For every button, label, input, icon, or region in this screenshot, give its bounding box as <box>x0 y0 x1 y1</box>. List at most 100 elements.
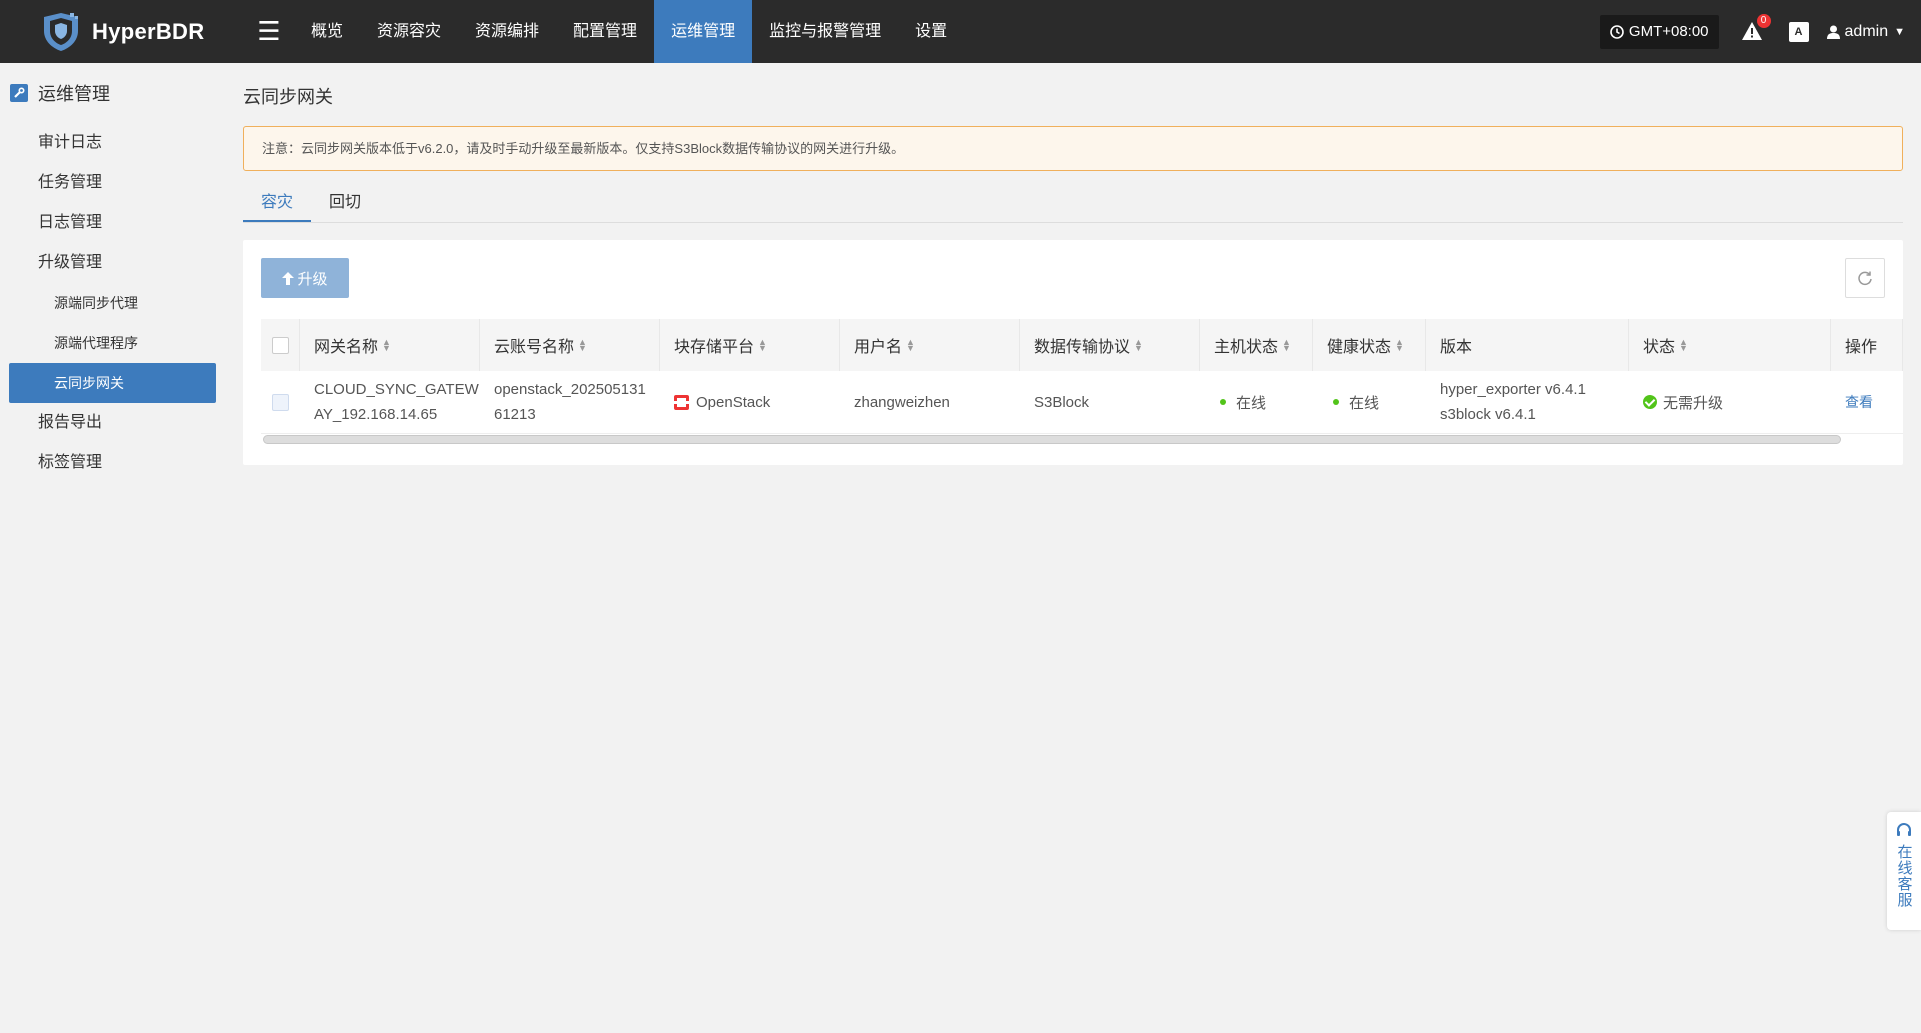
table-header: 网关名称 ▲ ▼ 云账号名称 ▲ ▼ 块存储平台 ▲ ▼ 用户名 ▲ ▼ 数据传输协议 ▲ ▼ 主机… <box>261 319 1903 371</box>
timezone-label: GMT+08:00 <box>1628 22 1709 40</box>
sidebar-item-log-management[interactable]: 日志管理 <box>0 203 225 243</box>
sidebar-item-cloud-sync-gateway[interactable]: 云同步网关 <box>9 363 216 403</box>
online-dot-icon <box>1220 399 1226 405</box>
nav-operations[interactable]: 运维管理 <box>654 0 753 63</box>
cell-gateway-name: CLOUD_SYNC_GATEW AY_192.168.14.65 <box>300 371 480 433</box>
sidebar-item-report-export[interactable]: 报告导出 <box>0 403 225 443</box>
upgrade-button-label: 升级 <box>297 270 328 288</box>
sort-icon: ▲ ▼ <box>578 337 587 353</box>
header-label: 用户名 <box>854 339 903 356</box>
tab-failback[interactable]: 回切 <box>311 185 379 222</box>
sidebar-item-task-management[interactable]: 任务管理 <box>0 163 225 203</box>
language-switch-icon[interactable]: A <box>1788 21 1809 42</box>
gateway-name-line2: AY_192.168.14.65 <box>314 406 438 423</box>
cell-username: zhangweizhen <box>840 371 1020 433</box>
header-label: 数据传输协议 <box>1034 339 1131 356</box>
user-menu[interactable]: admin ▼ <box>1826 22 1905 41</box>
wrench-icon <box>10 84 28 102</box>
host-status-value: 在线 <box>1236 394 1267 412</box>
nav-settings[interactable]: 设置 <box>898 0 964 63</box>
username: admin <box>1844 22 1889 40</box>
header-label: 主机状态 <box>1214 339 1279 356</box>
openstack-icon <box>674 394 689 410</box>
sort-icon: ▲ ▼ <box>382 337 391 353</box>
nav-orchestration[interactable]: 资源编排 <box>458 0 556 63</box>
brand-name: HyperBDR <box>92 18 205 44</box>
table-row: CLOUD_SYNC_GATEW AY_192.168.14.65 opensta… <box>261 371 1903 434</box>
upgrade-button[interactable]: 升级 <box>261 258 349 298</box>
sidebar-item-upgrade-management[interactable]: 升级管理 <box>0 243 225 283</box>
clock-icon <box>1610 24 1624 39</box>
header-label: 网关名称 <box>314 339 379 356</box>
account-line1: openstack_202505131 <box>494 381 646 398</box>
arrow-up-icon <box>282 271 295 285</box>
main-content: 云同步网关 注意：云同步网关版本低于v6.2.0，请及时手动升级至最新版本。仅支… <box>243 63 1903 465</box>
sort-icon: ▲ ▼ <box>758 337 767 353</box>
header-protocol[interactable]: 数据传输协议 ▲ ▼ <box>1020 319 1200 371</box>
header-health-status[interactable]: 健康状态 ▲ ▼ <box>1313 319 1426 371</box>
main-nav: 概览 资源容灾 资源编排 配置管理 运维管理 监控与报警管理 设置 <box>294 0 964 63</box>
protocol-value: S3Block <box>1034 393 1090 411</box>
header-gateway-name[interactable]: 网关名称 ▲ ▼ <box>300 319 480 371</box>
header-block-storage[interactable]: 块存储平台 ▲ ▼ <box>660 319 840 371</box>
nav-overview[interactable]: 概览 <box>294 0 360 63</box>
cell-actions: 查看 <box>1831 371 1903 433</box>
user-icon <box>1826 25 1840 39</box>
shield-logo-icon <box>44 12 78 51</box>
sort-icon: ▲ ▼ <box>906 337 915 353</box>
logo[interactable]: HyperBDR <box>40 11 240 53</box>
online-support-widget[interactable]: 在线客服 <box>1887 812 1921 930</box>
header-cloud-account[interactable]: 云账号名称 ▲ ▼ <box>480 319 660 371</box>
headset-icon <box>1897 823 1911 836</box>
version-line2: s3block v6.4.1 <box>1440 406 1536 423</box>
upgrade-notice: 注意：云同步网关版本低于v6.2.0，请及时手动升级至最新版本。仅支持S3Blo… <box>243 126 1903 171</box>
caret-down-icon: ▼ <box>1894 25 1905 38</box>
refresh-icon <box>1858 271 1872 286</box>
tab-disaster-recovery[interactable]: 容灾 <box>243 185 312 222</box>
alert-button[interactable]: 0 <box>1741 13 1771 44</box>
version-line1: hyper_exporter v6.4.1 <box>1440 381 1586 398</box>
top-bar: HyperBDR ☰ 概览 资源容灾 资源编排 配置管理 运维管理 监控与报警管… <box>0 0 1921 63</box>
view-link[interactable]: 查看 <box>1845 392 1873 412</box>
row-select-cell <box>261 371 300 433</box>
online-dot-icon <box>1333 399 1339 405</box>
header-version: 版本 <box>1426 319 1629 371</box>
header-label: 操作 <box>1845 339 1878 356</box>
sidebar-title: 运维管理 <box>38 84 110 104</box>
header-username[interactable]: 用户名 ▲ ▼ <box>840 319 1020 371</box>
header-status[interactable]: 状态 ▲ ▼ <box>1629 319 1831 371</box>
timezone-indicator[interactable]: GMT+08:00 <box>1599 14 1719 49</box>
online-support-label: 在线客服 <box>1895 844 1913 908</box>
status-value: 无需升级 <box>1663 394 1724 412</box>
sort-icon: ▲ ▼ <box>1282 337 1291 353</box>
username-value: zhangweizhen <box>854 393 950 411</box>
account-line2: 61213 <box>494 406 536 423</box>
sidebar: 运维管理 审计日志 任务管理 日志管理 升级管理 源端同步代理 源端代理程序 云… <box>0 63 225 1033</box>
nav-configuration[interactable]: 配置管理 <box>556 0 654 63</box>
sidebar-item-audit-log[interactable]: 审计日志 <box>0 123 225 163</box>
horizontal-scrollbar[interactable] <box>263 435 1841 444</box>
nav-monitoring[interactable]: 监控与报警管理 <box>752 0 898 63</box>
tabs: 容灾 回切 <box>243 185 1903 223</box>
row-checkbox[interactable] <box>271 393 289 411</box>
gateway-name-line1: CLOUD_SYNC_GATEW <box>314 381 479 398</box>
header-label: 块存储平台 <box>674 339 755 356</box>
sidebar-item-tag-management[interactable]: 标签管理 <box>0 443 225 483</box>
cell-cloud-account: openstack_202505131 61213 <box>480 371 660 433</box>
platform-name: OpenStack <box>696 393 771 411</box>
select-all-checkbox[interactable] <box>271 336 289 354</box>
gateway-table: 网关名称 ▲ ▼ 云账号名称 ▲ ▼ 块存储平台 ▲ ▼ 用户名 ▲ ▼ 数据传输协议 ▲ ▼ 主机… <box>261 319 1903 434</box>
menu-toggle-icon[interactable]: ☰ <box>244 16 294 47</box>
header-label: 云账号名称 <box>494 339 575 356</box>
header-label: 状态 <box>1643 339 1676 356</box>
cell-status: 无需升级 <box>1629 371 1831 433</box>
cell-version: hyper_exporter v6.4.1 s3block v6.4.1 <box>1426 371 1629 433</box>
nav-disaster-recovery[interactable]: 资源容灾 <box>360 0 458 63</box>
header-host-status[interactable]: 主机状态 ▲ ▼ <box>1200 319 1313 371</box>
cell-host-status: 在线 <box>1200 371 1313 433</box>
gateway-panel: 升级 网关名称 ▲ ▼ 云账号名称 ▲ ▼ 块存储平台 ▲ ▼ 用户名 ▲ ▼ 数据传输协议 ▲ ▼… <box>243 240 1903 465</box>
page-title: 云同步网关 <box>243 87 333 107</box>
sidebar-item-source-agent-program[interactable]: 源端代理程序 <box>0 323 225 363</box>
refresh-button[interactable] <box>1845 258 1885 298</box>
sidebar-item-source-sync-agent[interactable]: 源端同步代理 <box>0 283 225 323</box>
